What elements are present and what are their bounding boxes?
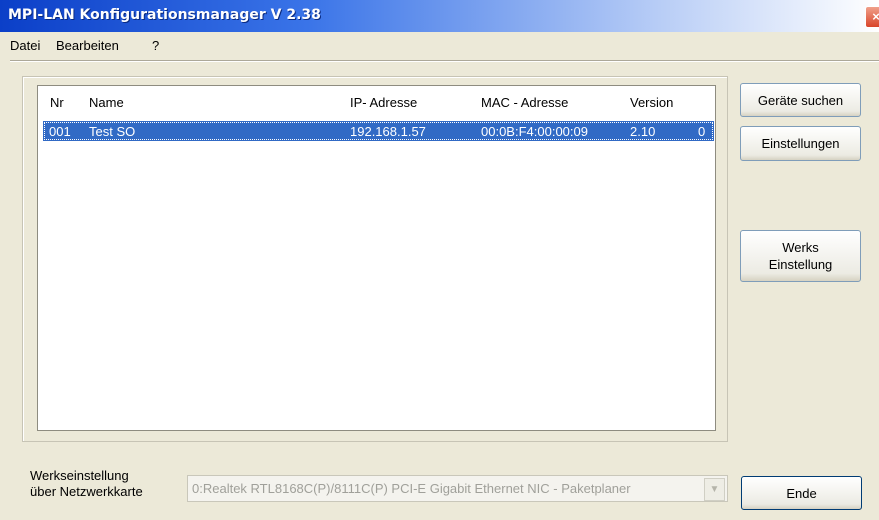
cell-version: 2.10 xyxy=(630,124,656,139)
cell-mac: 00:0B:F4:00:00:09 xyxy=(481,124,588,139)
network-label: Werkseinstellung über Netzwerkkarte xyxy=(30,468,143,500)
column-header-version[interactable]: Version xyxy=(630,95,673,110)
cell-ip: 192.168.1.57 xyxy=(350,124,426,139)
close-icon[interactable]: × xyxy=(865,6,879,28)
end-label: Ende xyxy=(786,486,817,501)
search-devices-label: Geräte suchen xyxy=(757,93,844,108)
cell-nr: 001 xyxy=(49,124,71,139)
search-devices-button[interactable]: Geräte suchen xyxy=(740,83,861,117)
column-header-nr[interactable]: Nr xyxy=(50,95,64,110)
device-list[interactable]: Nr Name IP- Adresse MAC - Adresse Versio… xyxy=(37,85,716,431)
factory-settings-label-line1: Werks xyxy=(782,240,819,255)
window-title: MPI-LAN Konfigurationsmanager V 2.38 xyxy=(8,7,321,23)
column-header-ip[interactable]: IP- Adresse xyxy=(350,95,417,110)
network-label-line1: Werkseinstellung xyxy=(30,468,129,483)
network-adapter-select[interactable]: 0:Realtek RTL8168C(P)/8111C(P) PCI-E Gig… xyxy=(187,475,728,502)
network-adapter-value: 0:Realtek RTL8168C(P)/8111C(P) PCI-E Gig… xyxy=(192,481,631,496)
menu-item-bearbeiten[interactable]: Bearbeiten xyxy=(56,38,119,53)
app-window: { "window": { "title": "MPI-LAN Konfigur… xyxy=(0,0,879,520)
column-header-name[interactable]: Name xyxy=(89,95,124,110)
settings-button[interactable]: Einstellungen xyxy=(740,126,861,161)
network-label-line2: über Netzwerkkarte xyxy=(30,484,143,499)
menu-bar: Datei Bearbeiten ? xyxy=(0,35,879,57)
menu-separator xyxy=(10,60,879,62)
column-header-mac[interactable]: MAC - Adresse xyxy=(481,95,568,110)
chevron-down-icon[interactable]: ▼ xyxy=(704,478,725,501)
menu-item-datei[interactable]: Datei xyxy=(10,38,40,53)
factory-settings-label-line2: Einstellung xyxy=(768,257,833,272)
menu-item-help[interactable]: ? xyxy=(152,38,159,53)
factory-settings-button[interactable]: Werks Einstellung xyxy=(740,230,861,282)
end-button[interactable]: Ende xyxy=(741,476,862,510)
title-bar: MPI-LAN Konfigurationsmanager V 2.38 × xyxy=(0,0,879,32)
cell-name: Test SO xyxy=(89,124,136,139)
table-row[interactable]: 001 Test SO 192.168.1.57 00:0B:F4:00:00:… xyxy=(43,121,714,141)
settings-label: Einstellungen xyxy=(761,136,840,151)
cell-extra: 0 xyxy=(698,124,706,139)
